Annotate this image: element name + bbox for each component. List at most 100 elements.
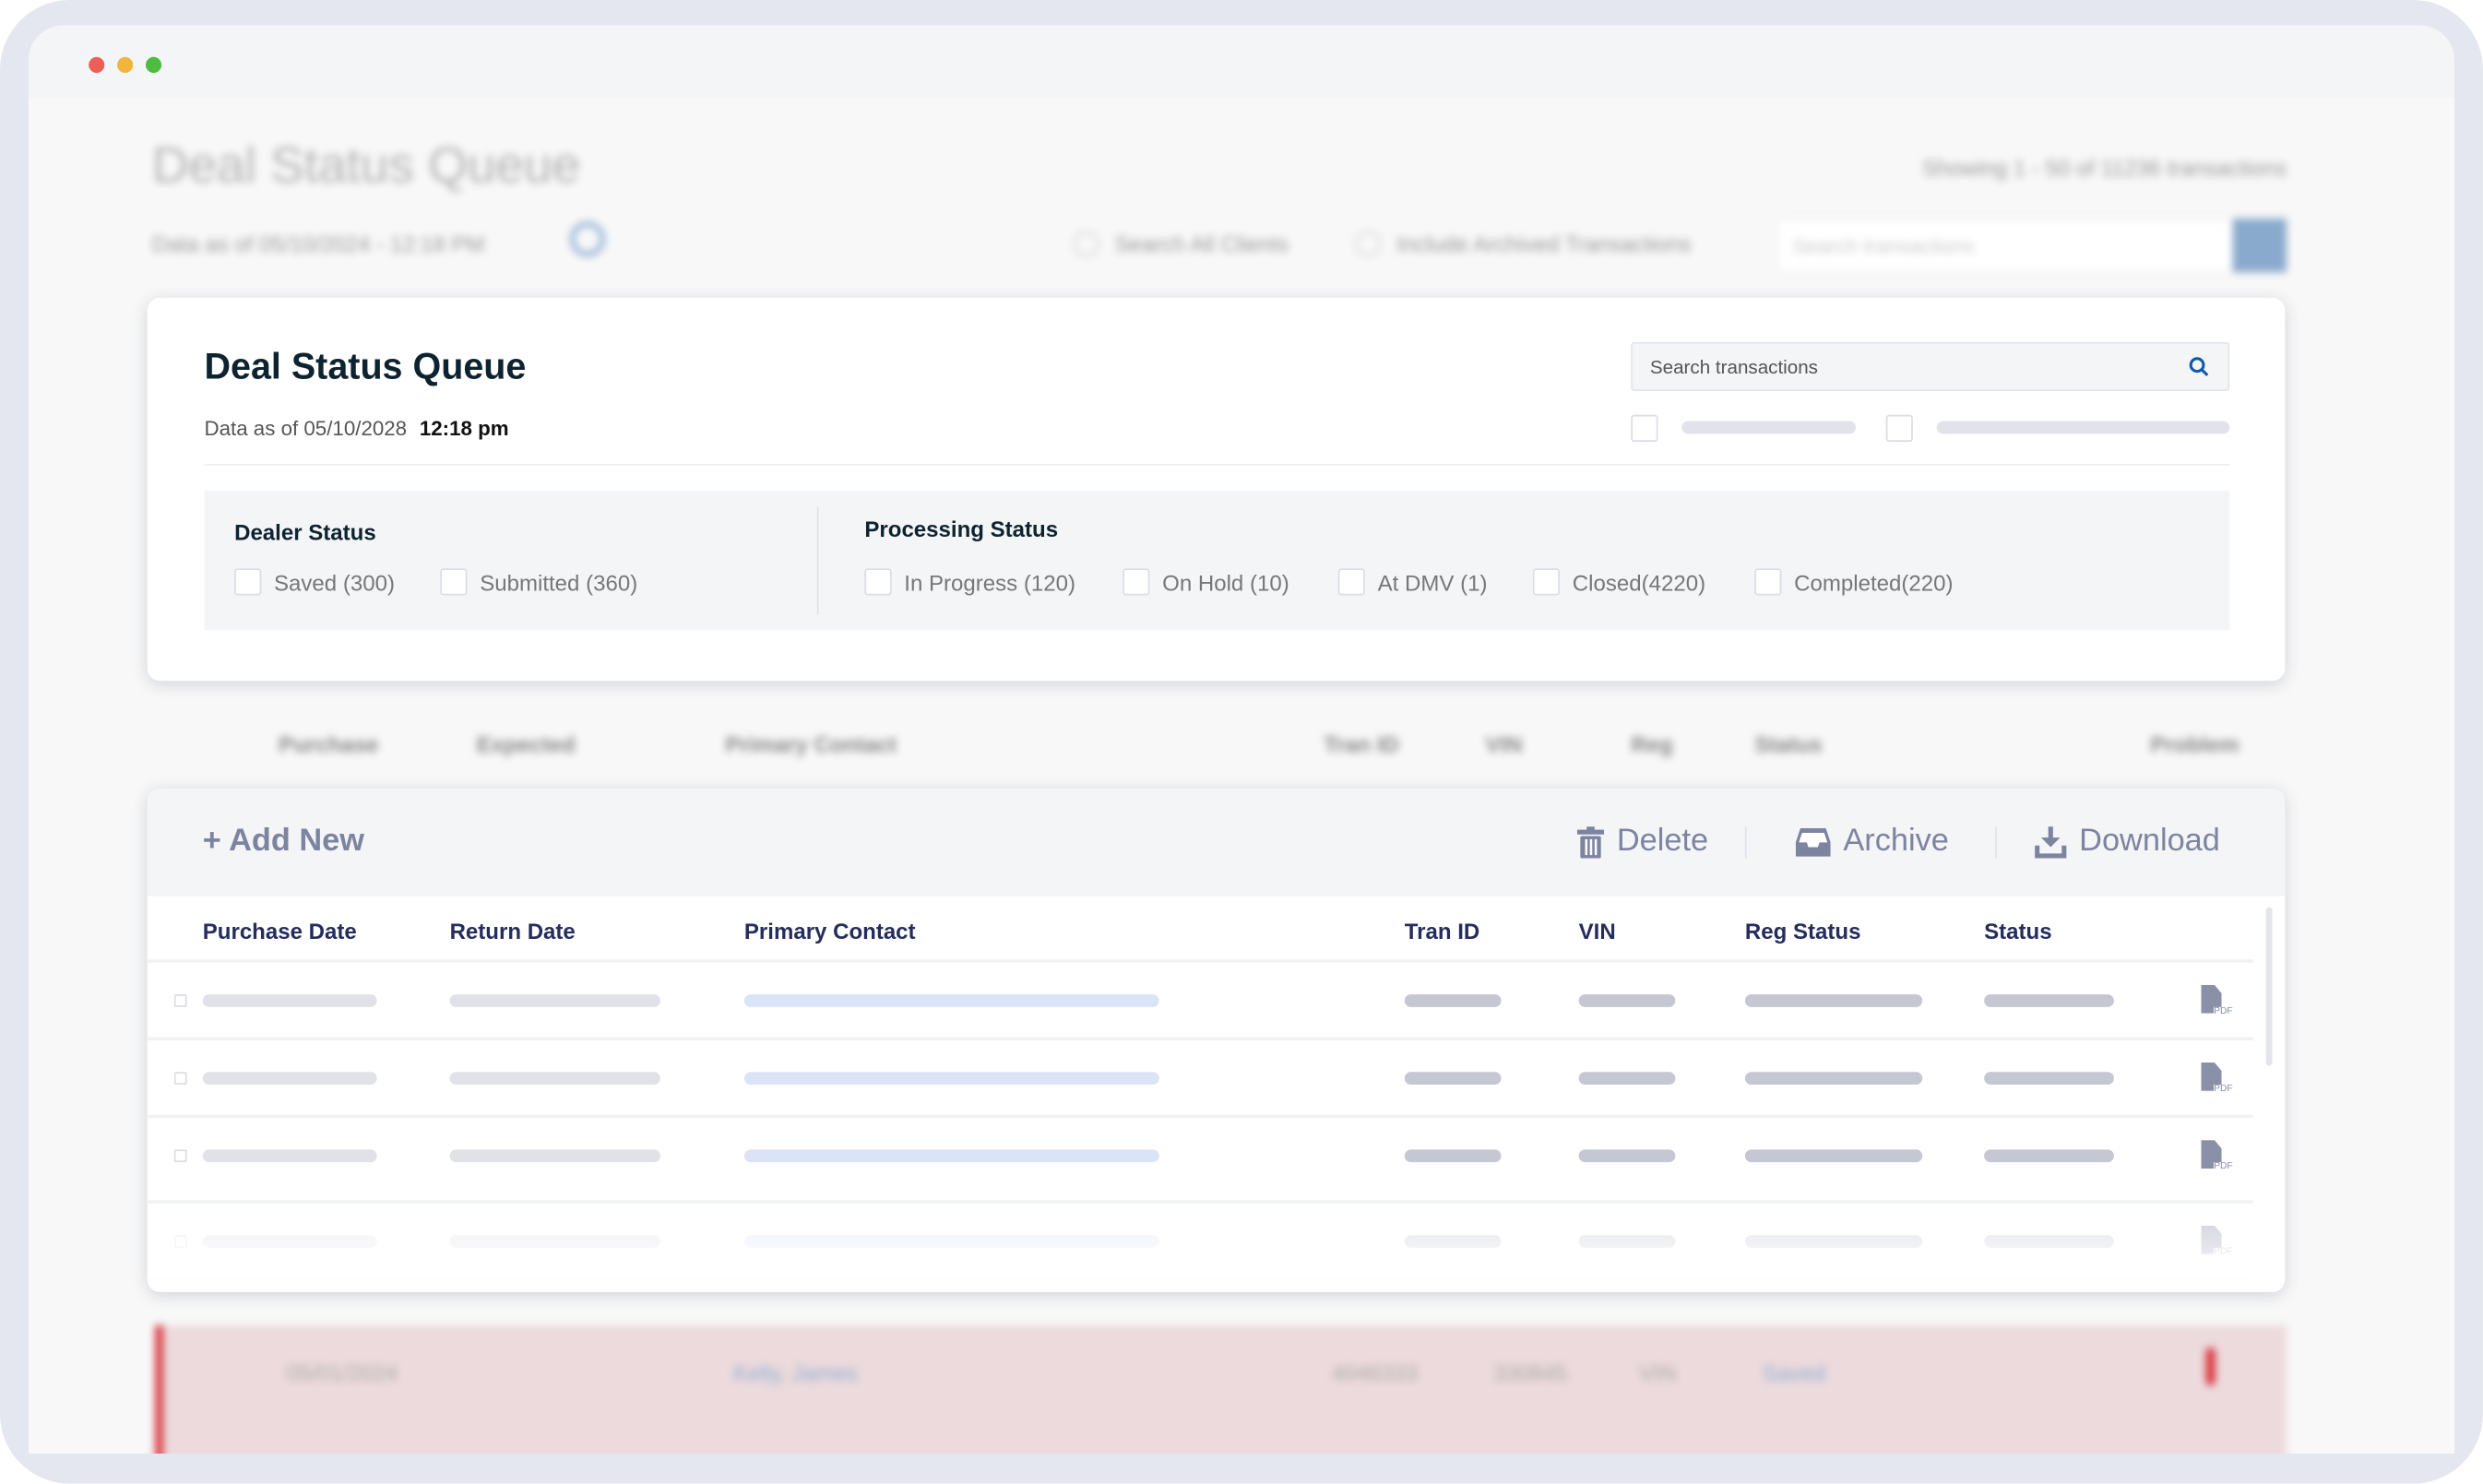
column-header-return-date[interactable]: Return Date [450,919,576,944]
placeholder-cell [1578,1149,1676,1163]
pdf-label: PDF [2214,1085,2233,1095]
download-button[interactable]: Download [2035,824,2220,860]
filter-on-hold[interactable]: On Hold (10) [1123,568,1289,596]
checkbox[interactable] [864,568,892,596]
column-header-vin[interactable]: VIN [1579,919,1616,944]
column-header-reg-status[interactable]: Reg Status [1745,919,1861,944]
filter-saved[interactable]: Saved (300) [234,568,395,596]
search-all-clients[interactable]: Search All Clients [1073,231,1289,257]
delete-label: Delete [1616,823,1709,859]
search-icon[interactable] [2189,356,2209,376]
table-toolbar: + Add New Delete Archive Download [147,788,2286,896]
column-header-purchase-date[interactable]: Purchase Date [203,919,357,944]
placeholder-cell [1578,994,1676,1007]
table-row[interactable]: PDF [147,963,2254,1040]
checkbox[interactable] [234,568,262,596]
status-filters: Dealer Status Saved (300) Submitted (360… [204,491,2230,631]
filter-label: On Hold (10) [1162,569,1289,595]
table-row[interactable]: PDF [147,1118,2254,1204]
placeholder-cell [1744,994,1923,1007]
fade-overlay [147,1213,2286,1292]
placeholder-cell [1404,1149,1502,1163]
search-placeholder: Search transactions [1649,356,1818,379]
search-input[interactable]: Search transactions [1631,341,2230,392]
placeholder-cell [449,994,660,1007]
close-window-button[interactable] [89,56,105,73]
pdf-label: PDF [2214,1006,2233,1017]
column-header-tran-id[interactable]: Tran ID [1405,919,1479,944]
placeholder-cell [202,1072,377,1086]
data-time: 12:18 pm [419,416,509,441]
bg-cell: VIN [1638,1359,1676,1386]
bg-cell: 05/01/2024 [286,1359,398,1386]
placeholder-cell [1984,1149,2114,1163]
trash-icon [1576,825,1605,858]
placeholder-cell [202,994,377,1007]
filter-label: Submitted (360) [480,569,638,595]
header-card: Deal Status Queue Data as of 05/10/2028 1… [147,297,2286,682]
placeholder-cell [743,1149,1159,1163]
filter-label: Completed(220) [1794,569,1954,595]
bg-title: Deal Status Queue [151,136,581,194]
archive-button[interactable]: Archive [1795,824,1949,860]
checkbox[interactable] [1754,568,1782,596]
filter-closed[interactable]: Closed(4220) [1532,568,1706,596]
filter-label: Saved (300) [274,569,395,595]
placeholder-label [1936,421,2230,434]
data-as-of: Data as of 05/10/2028 12:18 pm [204,417,508,441]
placeholder-cell [1984,1072,2114,1086]
table-row[interactable]: PDF [147,1040,2254,1119]
scrollbar[interactable] [2265,907,2273,1066]
table-card: + Add New Delete Archive Download Purcha… [147,788,2286,1292]
placeholder-cell [743,994,1159,1007]
title-bar [28,25,2455,99]
filter-completed[interactable]: Completed(220) [1754,568,1954,596]
checkbox[interactable] [1337,568,1365,596]
row-checkbox[interactable] [173,1149,187,1163]
placeholder-cell [1984,994,2114,1007]
filter-in-progress[interactable]: In Progress (120) [864,568,1075,596]
maximize-window-button[interactable] [145,56,162,73]
bg-col: Purchase [279,731,379,757]
include-archived[interactable]: Include Archived Transactions [1355,231,1692,257]
divider [1744,826,1747,859]
column-header-status[interactable]: Status [1984,919,2051,944]
pdf-label: PDF [2214,1162,2233,1172]
placeholder-cell [743,1072,1159,1086]
divider [816,506,819,615]
bg-col: Expected [476,731,576,757]
bg-problem-row[interactable]: 05/01/2024 Kelly, James 4046333 330845 V… [155,1324,2287,1454]
checkbox[interactable] [1532,568,1561,596]
checkbox[interactable] [1123,568,1150,596]
filter-submitted[interactable]: Submitted (360) [440,568,638,596]
placeholder-cell [1744,1072,1923,1086]
bg-cell: Saved [1762,1359,1825,1386]
bg-col: Problem [2150,731,2239,757]
bg-showing-count: Showing 1 - 50 of 11236 transactions [1921,155,2287,181]
divider [204,464,2230,466]
minimize-window-button[interactable] [117,56,134,73]
filter-at-dmv[interactable]: At DMV (1) [1337,568,1487,596]
bg-col: VIN [1485,731,1523,757]
bg-cell: Kelly, James [732,1359,858,1386]
placeholder-checkbox[interactable] [1885,414,1913,442]
processing-status-label: Processing Status [864,516,1059,542]
placeholder-cell [202,1149,377,1163]
bg-search-button[interactable] [2232,218,2287,273]
delete-button[interactable]: Delete [1576,823,1709,860]
placeholder-checkbox[interactable] [1631,414,1658,442]
placeholder-label [1681,421,1857,434]
placeholder-cell [449,1149,660,1163]
bg-search-input[interactable]: Search transactions [1776,218,2233,273]
divider [1995,826,1997,859]
row-checkbox[interactable] [173,1072,187,1086]
filter-label: Closed(4220) [1572,569,1706,595]
bg-cell: 4046333 [1331,1359,1419,1386]
refresh-icon[interactable] [570,221,605,257]
add-new-button[interactable]: + Add New [203,824,364,860]
radio-icon [1355,231,1382,257]
page-title: Deal Status Queue [204,345,527,386]
column-header-primary-contact[interactable]: Primary Contact [744,919,916,944]
row-checkbox[interactable] [173,994,187,1007]
checkbox[interactable] [440,568,468,596]
